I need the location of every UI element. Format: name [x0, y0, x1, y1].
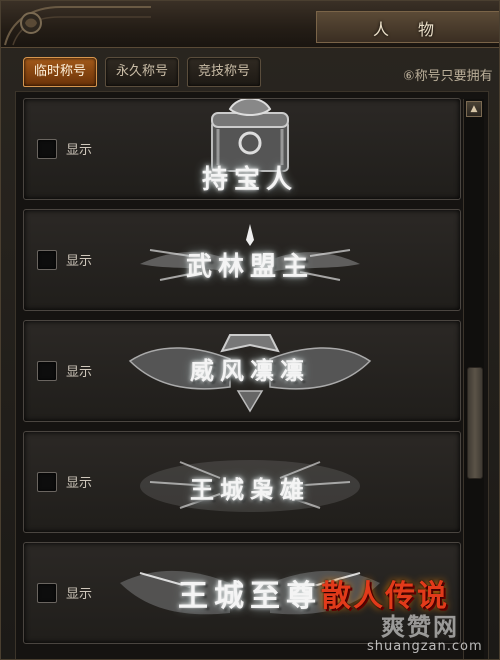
- title-row: 显示 武林盟主: [23, 209, 461, 311]
- hint-text: ⑥称号只要拥有: [403, 69, 493, 84]
- watermark: 散人传说 爽赞网 shuangzan.com: [321, 571, 496, 659]
- show-checkbox[interactable]: [37, 583, 57, 603]
- title-badge-treasure: 持宝人: [120, 99, 380, 199]
- title-badge-city-hero: 王城枭雄: [120, 432, 380, 532]
- watermark-url: shuangzan.com: [367, 639, 483, 654]
- character-window: 人 物 临时称号 永久称号 竞技称号 ⑥称号只要拥有 显示 持宝人 显示 武林盟…: [0, 0, 500, 660]
- show-label: 显示: [66, 254, 93, 269]
- show-checkbox[interactable]: [37, 361, 57, 381]
- show-label: 显示: [66, 587, 93, 602]
- badge-text: 威风凛凛: [190, 356, 310, 385]
- window-title: 人 物: [372, 20, 447, 39]
- scroll-thumb[interactable]: [467, 367, 483, 479]
- title-bar[interactable]: 人 物: [1, 1, 499, 48]
- tab-arena-titles[interactable]: 竞技称号: [187, 57, 262, 87]
- show-label: 显示: [66, 365, 93, 380]
- show-label: 显示: [66, 476, 93, 491]
- title-badge-martial-leader: 武林盟主: [120, 210, 380, 310]
- show-label: 显示: [66, 143, 93, 158]
- badge-text: 王城枭雄: [190, 475, 310, 504]
- show-checkbox[interactable]: [37, 250, 57, 270]
- title-row: 显示 持宝人: [23, 98, 461, 200]
- badge-text: 武林盟主: [185, 252, 314, 282]
- ornament-icon: [4, 6, 151, 46]
- watermark-site-name: 爽赞网: [381, 613, 459, 641]
- scroll-up-button[interactable]: ▲: [466, 101, 482, 117]
- title-plate: 人 物: [316, 11, 499, 43]
- show-checkbox[interactable]: [37, 139, 57, 159]
- show-checkbox[interactable]: [37, 472, 57, 492]
- title-badge-majestic: 威风凛凛: [120, 321, 380, 421]
- tab-permanent-titles[interactable]: 永久称号: [105, 57, 180, 87]
- badge-text: 持宝人: [201, 165, 298, 195]
- tab-temporary-titles[interactable]: 临时称号: [23, 57, 98, 87]
- title-row: 显示 威风凛凛: [23, 320, 461, 422]
- tab-bar: 临时称号 永久称号 竞技称号: [23, 57, 262, 87]
- title-row: 显示 王城枭雄: [23, 431, 461, 533]
